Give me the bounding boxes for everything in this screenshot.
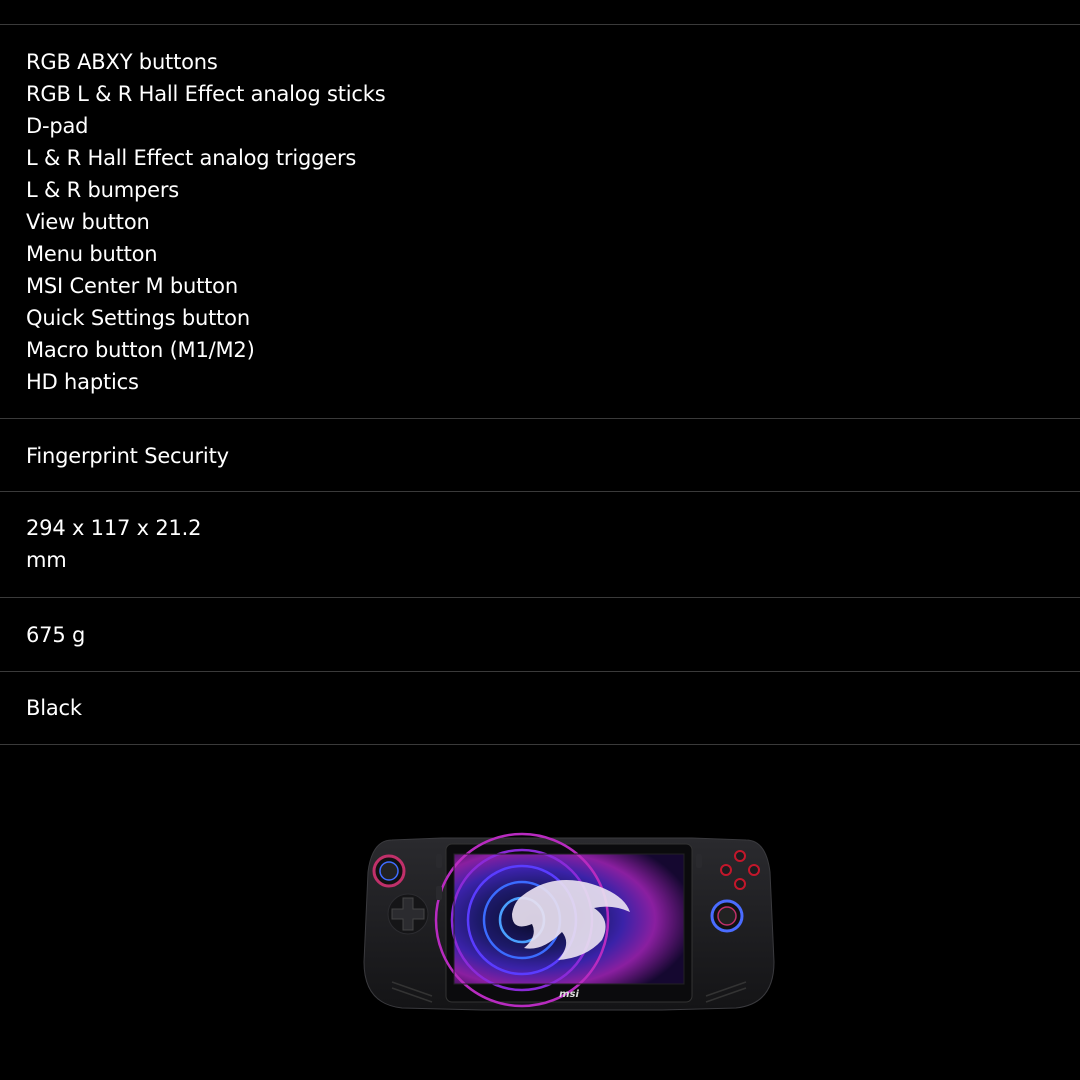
control-item: RGB ABXY buttons: [26, 50, 218, 74]
controls-spec-row: RGB ABXY buttons RGB L & R Hall Effect a…: [0, 46, 1080, 398]
weight-divider: [0, 671, 1080, 672]
controls-divider: [0, 418, 1080, 419]
control-item: D-pad: [26, 114, 89, 138]
color-spec-row: Black: [0, 692, 1080, 724]
security-value: Fingerprint Security: [26, 444, 229, 468]
control-item: HD haptics: [26, 370, 139, 394]
control-item: Quick Settings button: [26, 306, 250, 330]
control-item: RGB L & R Hall Effect analog sticks: [26, 82, 386, 106]
top-divider: [0, 24, 1080, 25]
msi-logo: msi: [559, 989, 579, 1000]
control-item: L & R Hall Effect analog triggers: [26, 146, 357, 170]
weight-spec-row: 675 g: [0, 619, 1080, 651]
weight-value: 675 g: [26, 623, 86, 647]
security-divider: [0, 491, 1080, 492]
dimensions-unit: mm: [26, 548, 67, 572]
dimensions-divider: [0, 597, 1080, 598]
dimensions-spec-row: 294 x 117 x 21.2 mm: [0, 512, 1080, 576]
security-spec-row: Fingerprint Security: [0, 440, 1080, 472]
control-item: View button: [26, 210, 150, 234]
handheld-device-image: msi: [362, 832, 776, 1012]
dimensions-value: 294 x 117 x 21.2: [26, 516, 202, 540]
control-item: Menu button: [26, 242, 158, 266]
color-divider: [0, 744, 1080, 745]
control-item: Macro button (M1/M2): [26, 338, 255, 362]
control-item: L & R bumpers: [26, 178, 180, 202]
color-value: Black: [26, 696, 82, 720]
control-item: MSI Center M button: [26, 274, 238, 298]
